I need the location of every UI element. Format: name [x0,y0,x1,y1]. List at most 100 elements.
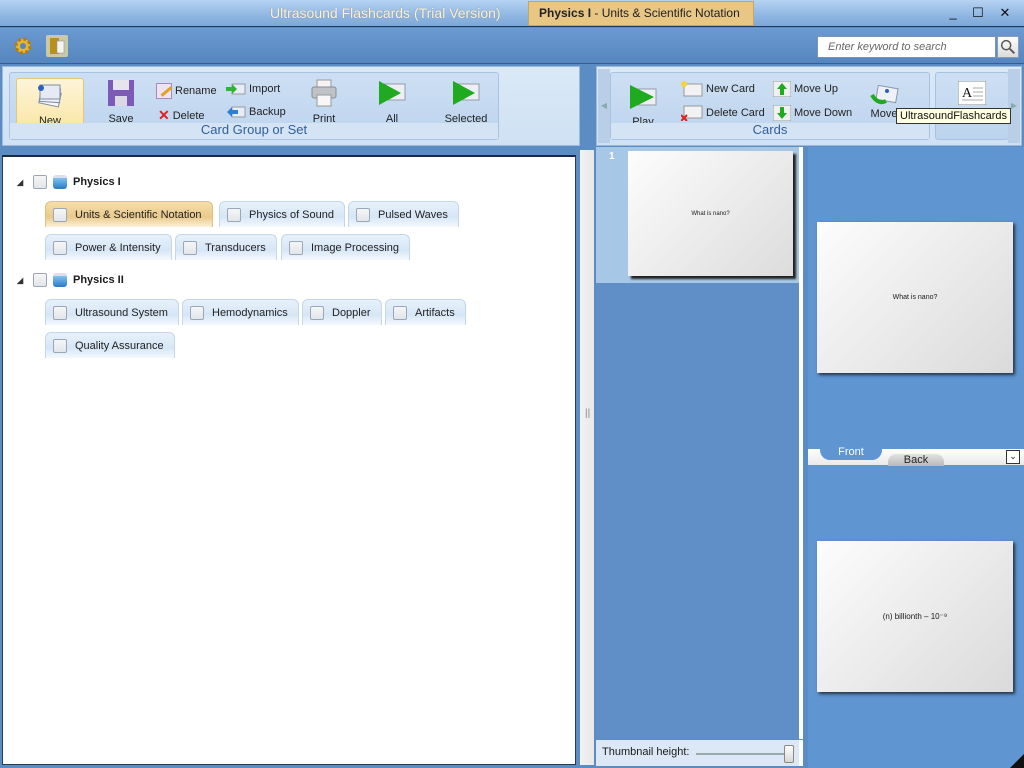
tooltip: UltrasoundFlashcards [896,108,1011,124]
backup-button[interactable]: Backup [226,105,286,119]
move-down-label: Move Down [794,107,853,119]
set-checkbox[interactable] [53,338,67,353]
set-checkbox[interactable] [289,240,303,255]
new-card-label: New Card [706,83,755,95]
resize-grip-icon[interactable] [1010,754,1024,768]
collapse-arrow-icon[interactable]: ◢ [17,178,27,187]
rename-button[interactable]: Rename [156,83,217,99]
set-checkbox[interactable] [53,305,67,320]
play-icon [630,85,657,109]
play-selected-button[interactable]: Selected [438,78,494,125]
cards-group-box: Play New Card Delete Card Move Up Move D… [610,72,930,140]
set-label: Transducers [205,241,266,254]
set-chip[interactable]: Pulsed Waves [348,201,459,227]
set-label: Ultrasound System [75,306,168,319]
thumbnail-height-slider[interactable] [696,753,788,755]
set-chip[interactable]: Artifacts [385,299,466,325]
group-checkbox[interactable] [33,175,47,189]
group-checkbox[interactable] [33,273,47,287]
ribbon-scroll-right[interactable]: ▶ [1008,69,1020,143]
cards-group-label: Cards [611,123,929,139]
tree-group-physics-2[interactable]: ◢ Physics II [17,273,124,287]
title-bar: Ultrasound Flashcards (Trial Version) Ph… [0,0,1024,27]
set-chip[interactable]: Image Processing [281,234,411,260]
card-group-label: Card Group or Set [10,123,498,139]
new-card-button[interactable]: New Card [681,81,755,97]
set-chip[interactable]: Units & Scientific Notation [45,201,213,227]
card-back-preview[interactable]: (n) billionth – 10⁻⁹ [817,541,1013,692]
set-chip[interactable]: Transducers [175,234,277,260]
set-chip[interactable]: Physics of Sound [219,201,345,227]
backup-label: Backup [249,106,286,118]
move-up-label: Move Up [794,83,839,95]
set-checkbox[interactable] [356,207,370,222]
move-down-button[interactable]: Move Down [773,105,852,121]
set-chip[interactable]: Ultrasound System [45,299,179,325]
new-button[interactable]: New [16,78,84,128]
svg-text:A: A [962,86,973,101]
set-checkbox[interactable] [53,240,67,255]
set-label: Artifacts [415,306,455,319]
set-chip[interactable]: Power & Intensity [45,234,172,260]
set-checkbox[interactable] [183,240,197,255]
thumbnail-list: 1 What is nano? [596,147,803,739]
set-checkbox[interactable] [227,207,241,222]
backup-arrow-icon [227,106,246,118]
thumbnail-card[interactable]: What is nano? [628,151,793,276]
front-text: What is nano? [892,294,938,301]
collapse-arrow-icon[interactable]: ◢ [17,276,27,285]
ribbon-scroll-left[interactable]: ◀ [598,69,610,143]
minimize-button[interactable]: _ [944,4,962,22]
jar-icon [53,175,67,189]
set-chip[interactable]: Hemodynamics [182,299,299,325]
card-front-preview[interactable]: What is nano? [817,222,1013,373]
set-label: Pulsed Waves [378,208,448,221]
delete-card-label: Delete Card [706,107,765,119]
set-checkbox[interactable] [393,305,407,320]
app-title: Ultrasound Flashcards (Trial Version) [270,5,501,21]
ribbon-cards: ◀ Play New Card Delete Card Move Up Move… [596,66,1022,146]
delete-button[interactable]: ✕ Delete [158,107,205,124]
card-set-tree: ◢ Physics I Units & Scientific Notation … [2,155,576,765]
panel-splitter[interactable]: || [580,150,594,765]
save-button[interactable]: Save [96,78,146,125]
import-button[interactable]: Import [226,82,280,96]
search-input[interactable]: Enter keyword to search [817,36,996,58]
set-checkbox[interactable] [190,305,204,320]
chevron-down-icon[interactable]: ⌄ [1006,450,1020,464]
play-all-icon [379,81,406,105]
thumbnail-item[interactable]: 1 What is nano? [596,147,799,283]
tree-group-physics-1[interactable]: ◢ Physics I [17,175,121,189]
card-group-box: New Save Rename ✕ Delete Import Backup P… [9,72,499,140]
play-all-button[interactable]: All [372,78,412,125]
thumbnail-footer: Thumbnail height: [596,740,803,766]
text-format-icon[interactable]: A [958,81,986,105]
set-label: Units & Scientific Notation [75,208,202,221]
close-button[interactable]: ✕ [996,4,1014,22]
play-button[interactable]: Play [623,83,663,128]
gear-icon[interactable] [12,35,34,57]
new-cards-icon [38,84,62,108]
move-down-arrow-icon [773,105,791,121]
thumbnail-height-label: Thumbnail height: [602,746,690,758]
slider-handle[interactable] [784,745,794,763]
document-tab-set: - Units & Scientific Notation [591,6,740,20]
set-chip[interactable]: Quality Assurance [45,332,175,358]
delete-card-button[interactable]: Delete Card [681,105,765,121]
printer-icon [311,79,337,107]
print-button[interactable]: Print [302,78,346,125]
set-checkbox[interactable] [53,207,67,222]
back-text: (n) billionth – 10⁻⁹ [882,612,948,621]
move-up-button[interactable]: Move Up [773,81,838,97]
thumbnail-text: What is nano? [691,210,730,217]
set-chip[interactable]: Doppler [302,299,382,325]
set-checkbox[interactable] [310,305,324,320]
tab-front[interactable]: Front [820,445,882,460]
search-icon[interactable] [997,36,1019,58]
open-book-icon[interactable] [46,35,68,57]
maximize-button[interactable]: ☐ [969,4,987,22]
tab-back[interactable]: Back [888,454,944,466]
play-selected-icon [453,81,480,105]
document-tab[interactable]: Physics I - Units & Scientific Notation [528,1,754,26]
card-preview: What is nano? Front Back ⌄ (n) billionth… [808,147,1024,768]
